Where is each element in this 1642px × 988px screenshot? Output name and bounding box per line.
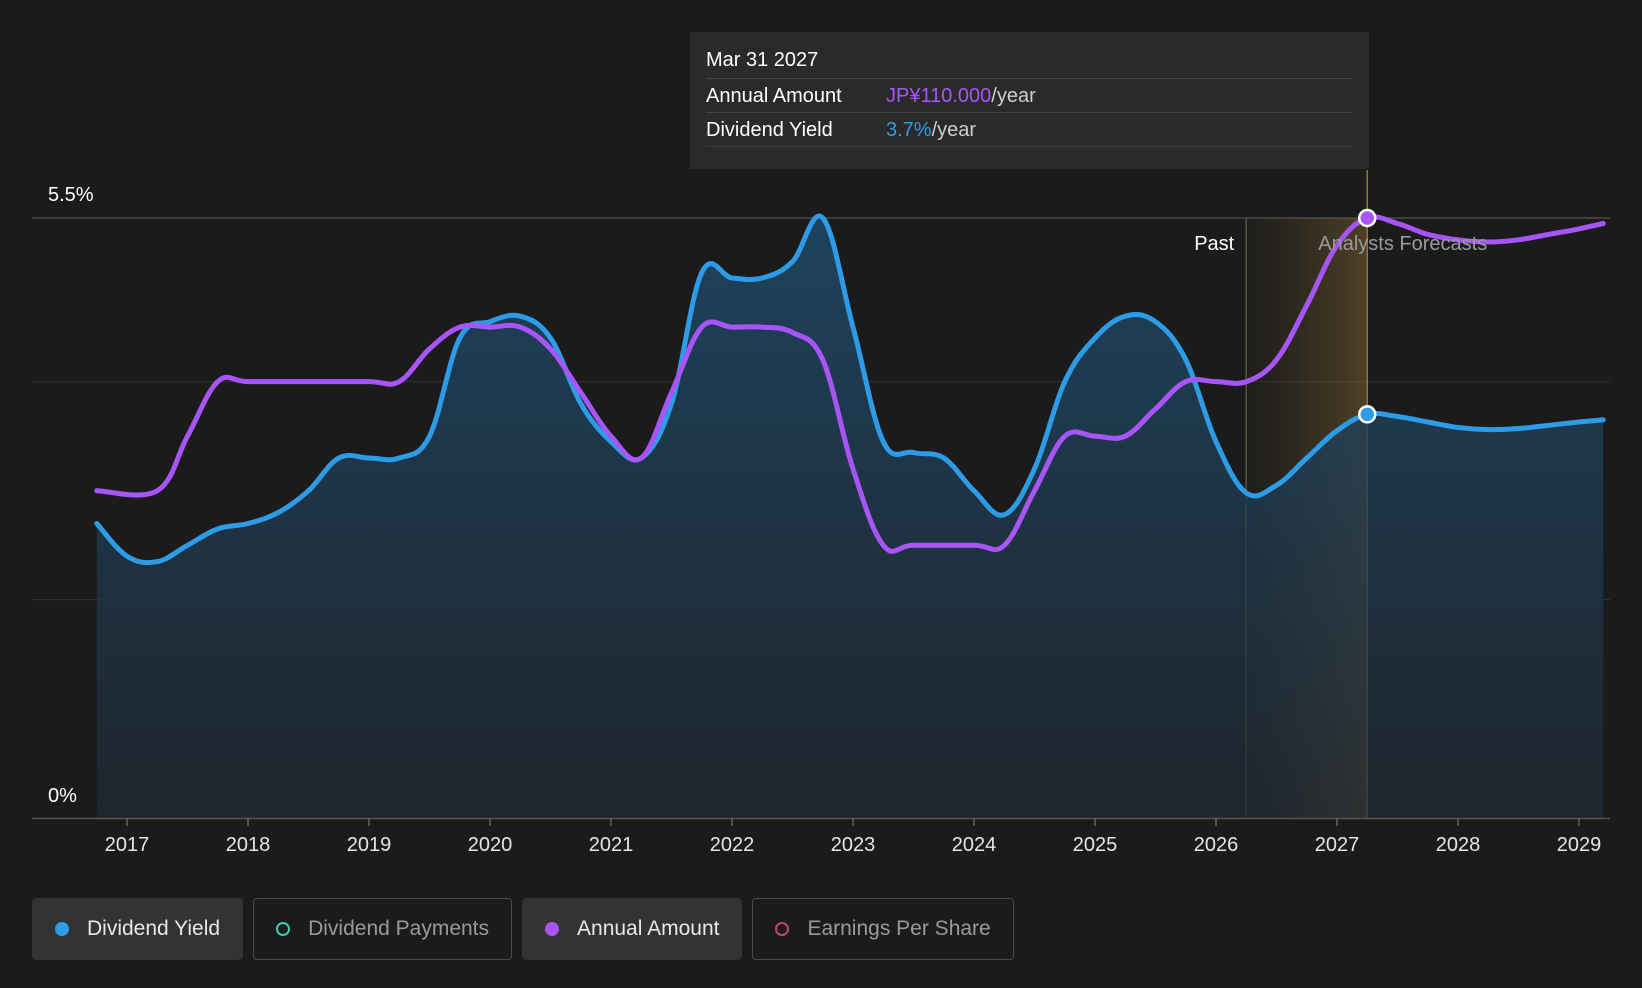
tooltip-label: Annual Amount [706, 85, 842, 107]
forecast-region-label: Analysts Forecasts [1318, 233, 1487, 255]
x-tick-label: 2028 [1436, 834, 1481, 856]
hover-tooltip: Mar 31 2027 Annual Amount JP¥110.000 /ye… [690, 32, 1369, 169]
tooltip-label: Dividend Yield [706, 119, 833, 141]
tooltip-row-dividend-yield: Dividend Yield 3.7% /year [706, 113, 1353, 147]
legend-earnings-per-share[interactable]: Earnings Per Share [752, 898, 1014, 960]
legend-label: Earnings Per Share [807, 917, 991, 940]
y-tick-label: 0% [48, 785, 77, 807]
annual-amount-hover-marker [1358, 208, 1377, 228]
tooltip-value: 3.7% [886, 119, 932, 141]
tooltip-row-annual-amount: Annual Amount JP¥110.000 /year [706, 79, 1353, 113]
x-axis: 2017 2018 2019 2020 2021 2022 2023 2024 2025 2026… [32, 817, 1610, 856]
x-tick-label: 2024 [952, 834, 997, 856]
x-tick-label: 2018 [226, 834, 271, 856]
x-tick-label: 2026 [1194, 834, 1239, 856]
legend-dividend-yield[interactable]: Dividend Yield [32, 898, 244, 960]
legend-dot-icon [276, 922, 291, 936]
legend-dot-icon [545, 922, 560, 936]
x-tick-label: 2025 [1073, 834, 1118, 856]
x-tick-label: 2023 [831, 834, 876, 856]
legend-dot-icon [55, 922, 69, 936]
x-tick-label: 2020 [468, 834, 513, 856]
x-tick-label: 2029 [1557, 834, 1602, 856]
dividend-chart-widget: 2017 2018 2019 2020 2021 2022 2023 2024 2025 2026… [0, 0, 1642, 988]
tooltip-unit: /year [991, 85, 1036, 107]
x-tick-label: 2019 [347, 834, 392, 856]
legend-dividend-payments[interactable]: Dividend Payments [253, 898, 513, 960]
legend-label: Annual Amount [577, 917, 720, 940]
y-tick-label: 5.5% [48, 184, 94, 206]
legend-label: Dividend Yield [87, 917, 221, 940]
tooltip-unit: /year [931, 119, 977, 141]
tooltip-value: JP¥110.000 [886, 85, 992, 107]
past-region-label: Past [1194, 233, 1234, 255]
x-tick-label: 2022 [710, 834, 755, 856]
legend-dot-icon [775, 922, 790, 936]
x-tick-label: 2017 [105, 834, 150, 856]
x-tick-label: 2021 [589, 834, 634, 856]
legend: Dividend Yield Dividend Payments Annual … [32, 898, 1014, 960]
dividend-yield-hover-marker [1358, 405, 1377, 424]
tooltip-date: Mar 31 2027 [706, 46, 1353, 79]
x-tick-label: 2027 [1315, 834, 1360, 856]
legend-annual-amount[interactable]: Annual Amount [522, 898, 743, 960]
legend-label: Dividend Payments [308, 917, 490, 940]
